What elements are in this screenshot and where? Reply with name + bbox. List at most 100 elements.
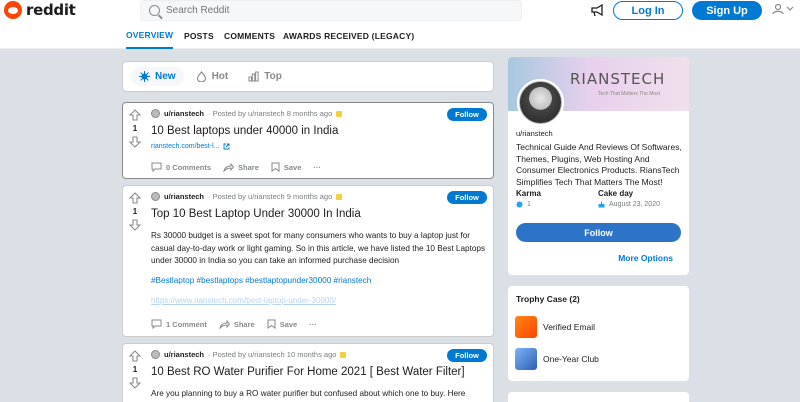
post-meta: u/rianstech · Posted by u/rianstech 8 mo… bbox=[151, 109, 343, 118]
follow-button[interactable]: Follow bbox=[447, 191, 487, 204]
vote-column: 1 bbox=[123, 186, 147, 231]
user-avatar[interactable] bbox=[151, 192, 160, 201]
post-author[interactable]: u/rianstech bbox=[164, 192, 204, 201]
verified-email-trophy-icon bbox=[515, 316, 537, 338]
share-label: Share bbox=[238, 162, 259, 172]
comments-label: 1 Comment bbox=[166, 319, 207, 329]
profile-tabs: OVERVIEW POSTS COMMENTS AWARDS RECEIVED … bbox=[0, 23, 800, 49]
bookmark-icon bbox=[271, 162, 280, 172]
sidebar-card bbox=[508, 392, 689, 402]
comments-button[interactable]: 0 Comments bbox=[151, 162, 211, 172]
post-link[interactable]: rianstech.com/best-l... bbox=[151, 143, 230, 150]
tab-overview[interactable]: OVERVIEW bbox=[126, 23, 174, 49]
post-card[interactable]: 1 u/rianstech · Posted by u/rianstech 10… bbox=[122, 343, 494, 402]
signup-button[interactable]: Sign Up bbox=[692, 1, 762, 20]
user-avatar[interactable] bbox=[151, 109, 160, 118]
trophy-case-heading: Trophy Case (2) bbox=[516, 294, 580, 304]
upvote-icon[interactable] bbox=[129, 109, 141, 121]
vote-score: 1 bbox=[132, 365, 138, 374]
cake-icon bbox=[598, 201, 605, 208]
post-actions: 0 Comments Share Save ··· bbox=[151, 162, 321, 172]
top-chart-icon bbox=[248, 71, 259, 82]
reddit-logo[interactable]: reddit bbox=[4, 1, 76, 19]
vote-column: 1 bbox=[123, 103, 147, 148]
post-actions: 1 Comment Share Save ··· bbox=[151, 319, 317, 329]
share-icon bbox=[223, 162, 235, 172]
tab-awards-received[interactable]: AWARDS RECEIVED (LEGACY) bbox=[283, 23, 414, 49]
tab-posts[interactable]: POSTS bbox=[184, 23, 214, 49]
post-title[interactable]: 10 Best laptops under 40000 in India bbox=[151, 125, 338, 137]
comments-button[interactable]: 1 Comment bbox=[151, 319, 207, 329]
downvote-icon[interactable] bbox=[129, 377, 141, 389]
karma-label: Karma bbox=[516, 189, 541, 198]
save-label: Save bbox=[283, 162, 302, 172]
comment-icon bbox=[151, 162, 162, 172]
post-time: · Posted by u/rianstech 10 months ago bbox=[208, 350, 337, 359]
user-menu[interactable] bbox=[772, 3, 794, 15]
karma-number: 1 bbox=[527, 201, 531, 208]
flame-icon bbox=[196, 71, 206, 82]
upvote-icon[interactable] bbox=[129, 350, 141, 362]
external-link-icon bbox=[224, 143, 230, 150]
bookmark-icon bbox=[267, 319, 276, 329]
user-avatar[interactable] bbox=[151, 350, 160, 359]
more-options-icon[interactable]: ··· bbox=[309, 320, 317, 329]
post-author[interactable]: u/rianstech bbox=[164, 350, 204, 359]
follow-button[interactable]: Follow bbox=[447, 108, 487, 121]
award-icon bbox=[336, 193, 343, 200]
post-time: · Posted by u/rianstech 8 months ago bbox=[208, 109, 333, 118]
profile-avatar bbox=[517, 79, 564, 126]
cakeday-date: August 23, 2020 bbox=[609, 201, 660, 208]
profile-username: u/rianstech bbox=[516, 129, 553, 138]
share-button[interactable]: Share bbox=[219, 319, 255, 329]
post-title[interactable]: 10 Best RO Water Purifier For Home 2021 … bbox=[151, 366, 465, 378]
karma-value: 1 bbox=[516, 201, 531, 208]
follow-button[interactable]: Follow bbox=[447, 349, 487, 362]
post-link-text: rianstech.com/best-l... bbox=[151, 143, 220, 150]
sort-bar: New Hot Top bbox=[122, 61, 494, 92]
downvote-icon[interactable] bbox=[129, 219, 141, 231]
vote-score: 1 bbox=[132, 207, 138, 216]
search-icon bbox=[149, 5, 160, 16]
post-time: · Posted by u/rianstech 9 months ago bbox=[208, 192, 333, 201]
comments-label: 0 Comments bbox=[166, 162, 212, 172]
login-button[interactable]: Log In bbox=[613, 1, 683, 20]
more-options-icon[interactable]: ··· bbox=[313, 163, 321, 172]
trophy-label: Verified Email bbox=[543, 322, 595, 332]
post-url[interactable]: https://www.rianstech.com/best-laptop-un… bbox=[151, 296, 336, 305]
save-button[interactable]: Save bbox=[267, 319, 298, 329]
profile-description: Technical Guide And Reviews Of Softwares… bbox=[516, 142, 682, 187]
sort-new-label: New bbox=[155, 71, 176, 82]
sort-new[interactable]: New bbox=[131, 67, 184, 86]
save-label: Save bbox=[279, 319, 298, 329]
sort-hot-label: Hot bbox=[211, 71, 229, 82]
post-meta: u/rianstech · Posted by u/rianstech 9 mo… bbox=[151, 192, 343, 201]
post-meta: u/rianstech · Posted by u/rianstech 10 m… bbox=[151, 350, 347, 359]
tab-comments[interactable]: COMMENTS bbox=[224, 23, 275, 49]
share-label: Share bbox=[233, 319, 255, 329]
post-card[interactable]: 1 u/rianstech · Posted by u/rianstech 9 … bbox=[122, 185, 494, 337]
trophy-item: Verified Email bbox=[515, 316, 595, 338]
downvote-icon[interactable] bbox=[129, 136, 141, 148]
profile-follow-button[interactable]: Follow bbox=[516, 223, 681, 242]
award-icon bbox=[336, 110, 343, 117]
post-author[interactable]: u/rianstech bbox=[164, 109, 204, 118]
post-title[interactable]: Top 10 Best Laptop Under 30000 In India bbox=[151, 208, 361, 220]
logo-text: reddit bbox=[26, 1, 76, 19]
search-bar[interactable] bbox=[140, 0, 522, 21]
search-input[interactable] bbox=[166, 5, 466, 16]
sort-top[interactable]: Top bbox=[240, 67, 290, 86]
more-options-button[interactable]: More Options bbox=[618, 253, 673, 263]
profile-card: RIANSTECH Tech That Matters The Most u/r… bbox=[508, 57, 689, 275]
sort-top-label: Top bbox=[264, 71, 282, 82]
megaphone-icon[interactable] bbox=[590, 3, 606, 17]
post-body: Are you planning to buy a RO water purif… bbox=[151, 389, 466, 398]
sort-hot[interactable]: Hot bbox=[188, 67, 237, 86]
upvote-icon[interactable] bbox=[129, 192, 141, 204]
share-button[interactable]: Share bbox=[223, 162, 259, 172]
post-card[interactable]: 1 u/rianstech · Posted by u/rianstech 8 … bbox=[122, 102, 494, 179]
cakeday-value: August 23, 2020 bbox=[598, 201, 660, 208]
save-button[interactable]: Save bbox=[271, 162, 302, 172]
user-icon bbox=[772, 3, 784, 15]
post-hashtags[interactable]: #Bestlaptop #bestlaptops #bestlaptopunde… bbox=[151, 276, 371, 285]
